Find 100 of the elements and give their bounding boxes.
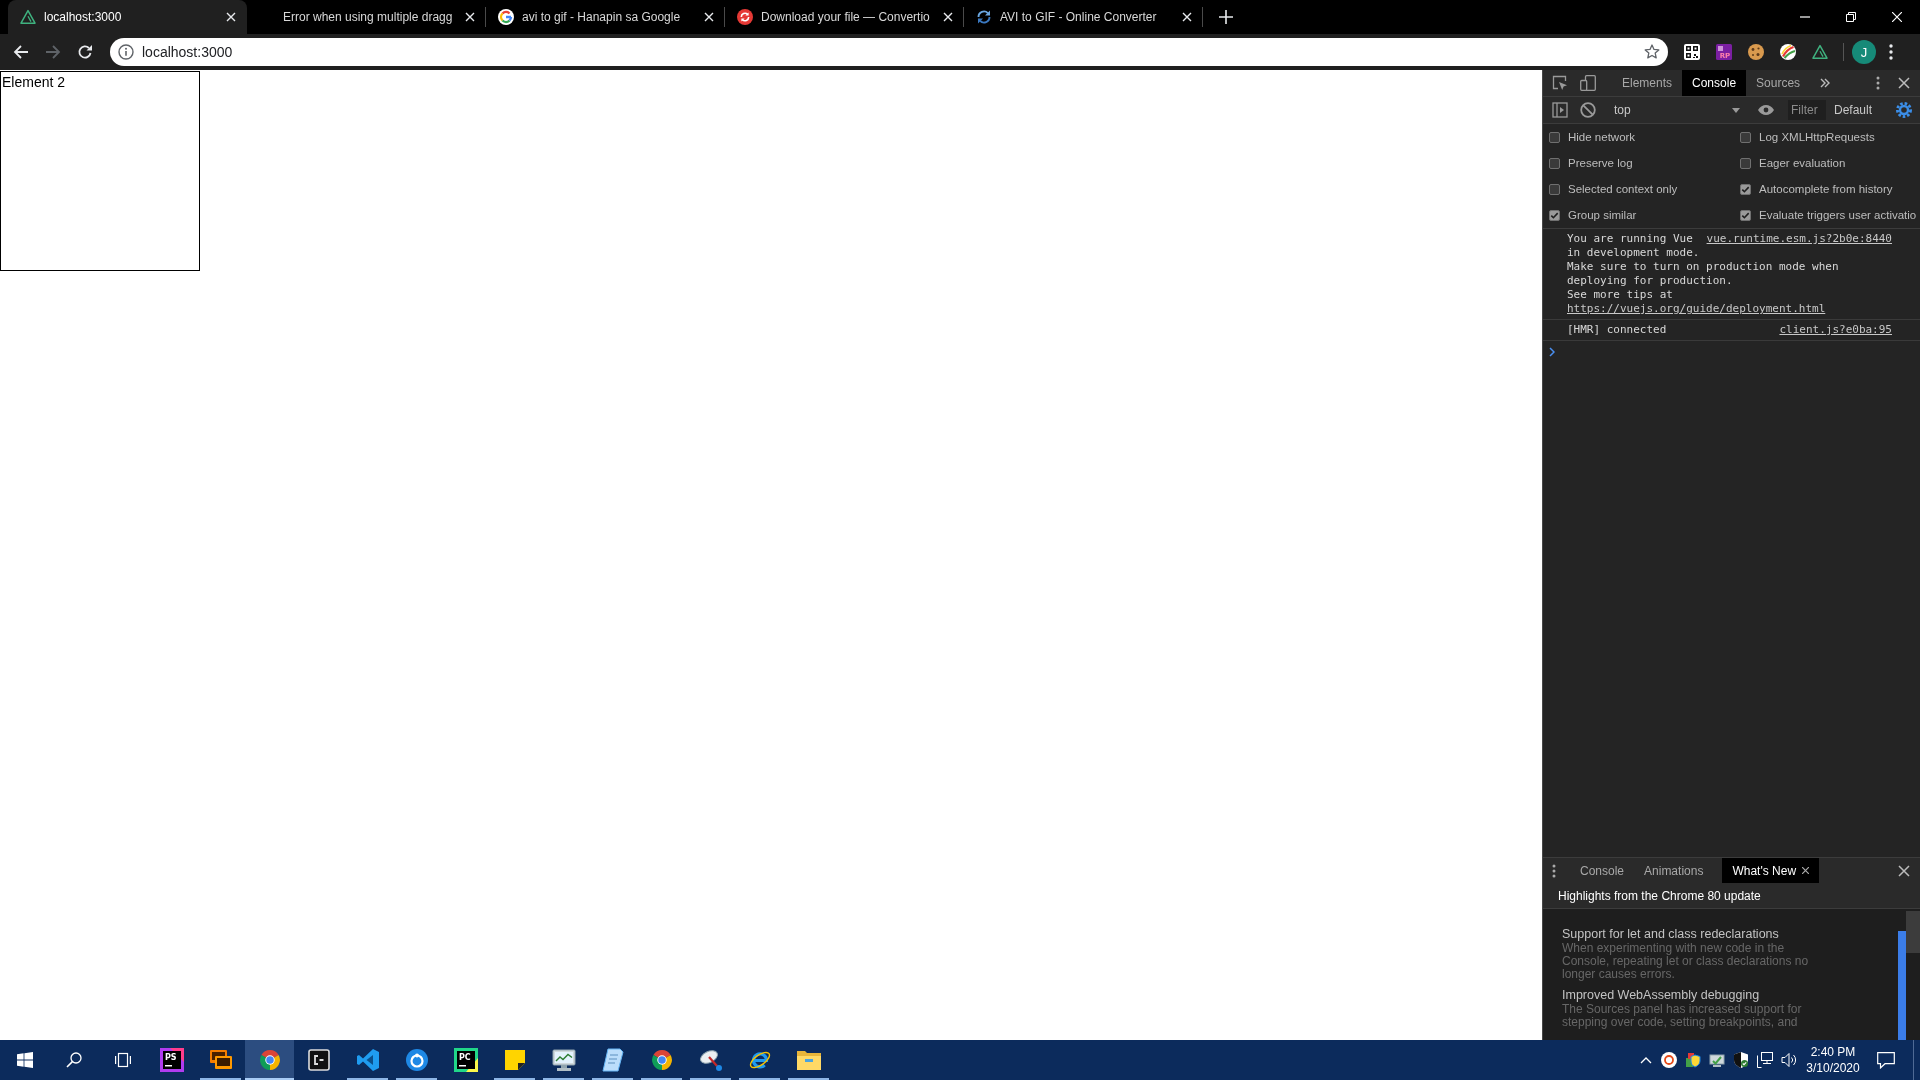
checkbox-label: Group similar <box>1568 209 1637 221</box>
blocked-circle-icon[interactable] <box>1580 102 1596 118</box>
satellite-dish-icon <box>698 1048 723 1072</box>
ribbon-logo-icon <box>355 1048 380 1072</box>
checkbox-label: Eager evaluation <box>1759 157 1846 169</box>
clock-time[interactable]: 2:40 PM <box>1810 1044 1856 1060</box>
computer-monitor-icon <box>551 1049 576 1071</box>
menu-icon[interactable] <box>1552 863 1556 878</box>
feature-title[interactable]: Improved WebAssembly debugging <box>1562 987 1898 1003</box>
clock-date[interactable]: 3/10/2020 <box>1806 1060 1860 1076</box>
info-icon[interactable] <box>118 44 134 60</box>
notepad-icon <box>601 1048 624 1072</box>
eye-icon[interactable] <box>1758 105 1774 115</box>
speaker-icon[interactable] <box>1781 1052 1797 1068</box>
inspect-cursor-icon[interactable] <box>1552 75 1568 91</box>
network-icon[interactable] <box>1757 1052 1773 1068</box>
prompt-chevron-icon <box>1549 347 1555 357</box>
checkbox-label: Evaluate triggers user activatio <box>1759 209 1917 221</box>
checkbox-label: Preserve log <box>1568 157 1633 169</box>
browser-tab[interactable]: AVI to GIF - Online Converter <box>964 0 1203 34</box>
swirl-disc-icon[interactable] <box>1780 44 1796 60</box>
notification-icon[interactable] <box>1877 1051 1895 1069</box>
pc-tile-icon: PC <box>453 1048 478 1072</box>
browser-tab[interactable]: Error when using multiple dragg <box>247 0 486 34</box>
checkbox-label: Hide network <box>1568 131 1636 143</box>
windows-logo-icon[interactable] <box>16 1052 33 1068</box>
drawer-tab[interactable]: What's New <box>1722 858 1820 883</box>
qr-code-icon[interactable] <box>1684 44 1700 60</box>
close-icon[interactable] <box>1898 77 1910 89</box>
menu-icon[interactable] <box>1889 44 1893 60</box>
double-chevron-icon[interactable] <box>1820 78 1831 88</box>
browser-tab[interactable]: avi to gif - Hanapin sa Google <box>486 0 725 34</box>
checkbox[interactable] <box>1740 131 1751 143</box>
filter-field[interactable]: Filter <box>1788 100 1826 120</box>
circular-arrows-icon <box>737 9 753 25</box>
checkbox[interactable] <box>1740 157 1751 169</box>
task-view-icon[interactable] <box>114 1052 131 1068</box>
console-message: See more tips at https://vuejs.org/guide/deployment.html <box>1567 288 1827 316</box>
shield-check-icon[interactable] <box>1733 1052 1749 1068</box>
feature-description: The Sources panel has increased support for stepping over code, setting breakpoints, and <box>1562 1003 1803 1029</box>
source-link[interactable]: vue.runtime.esm.js?2b0e:8440 <box>1706 232 1892 246</box>
device-toolbar-icon[interactable] <box>1580 75 1596 91</box>
triangle-logo-icon[interactable] <box>1812 44 1828 60</box>
menu-icon[interactable] <box>1876 76 1880 90</box>
checkbox[interactable] <box>1549 157 1560 169</box>
chevron-up-icon[interactable] <box>1640 1056 1652 1064</box>
checkbox[interactable] <box>1549 183 1560 195</box>
checkbox[interactable] <box>1549 209 1560 221</box>
folder-icon <box>796 1050 821 1070</box>
drawer-heading: Highlights from the Chrome 80 update <box>1558 888 1761 903</box>
reload-icon[interactable] <box>77 44 93 60</box>
restore-icon[interactable] <box>1846 12 1856 22</box>
star-icon[interactable] <box>1644 44 1660 60</box>
ps-tile-icon: PS <box>159 1048 184 1072</box>
sticky-note-icon <box>504 1050 525 1070</box>
context-selector[interactable]: top <box>1604 103 1744 117</box>
monitor-stack-icon <box>208 1048 233 1072</box>
checkbox-label: Selected context only <box>1568 183 1678 195</box>
dropdown-triangle-icon <box>1732 107 1740 113</box>
docs-link[interactable]: https://vuejs.org/guide/deployment.html <box>1567 302 1826 315</box>
devtools-tab[interactable]: Sources <box>1746 70 1811 96</box>
feature-description: When experimenting with new code in the Console, repeating let or class declarations no longer causes errors. <box>1562 942 1810 981</box>
profile-avatar[interactable]: J <box>1852 40 1876 64</box>
browser-logo-icon <box>258 1049 281 1071</box>
close-icon[interactable] <box>1802 867 1810 874</box>
console-message: [HMR] connected <box>1567 323 1667 336</box>
plus-icon[interactable] <box>1219 10 1233 24</box>
browser-tab[interactable]: Download your file — Convertio <box>725 0 964 34</box>
levels-dropdown[interactable]: Default <box>1834 103 1873 117</box>
scrollbar-thumb[interactable] <box>1906 911 1920 953</box>
sync-arrows-icon <box>976 9 992 25</box>
console-message: Make sure to turn on production mode when deploying for production. <box>1567 260 1840 288</box>
settings-icon[interactable] <box>1896 102 1912 118</box>
checkbox[interactable] <box>1740 209 1751 221</box>
source-link[interactable]: client.js?e0ba:95 <box>1779 323 1892 337</box>
cookie-icon[interactable] <box>1748 44 1764 60</box>
devtools-tab[interactable]: Elements <box>1612 70 1683 96</box>
checkbox[interactable] <box>1549 131 1560 143</box>
g-logo-icon <box>498 9 514 25</box>
devtools-tab[interactable]: Console <box>1682 70 1747 96</box>
badge-ring-icon[interactable] <box>1661 1052 1677 1068</box>
checkbox-label: Log XMLHttpRequests <box>1759 131 1875 143</box>
ring-logo-icon <box>405 1049 428 1071</box>
taskbar-button[interactable]: PC <box>441 1040 490 1080</box>
drawer-tab[interactable]: Animations <box>1634 858 1714 883</box>
element-label: Element 2 <box>2 74 66 90</box>
sidebar-toggle-icon[interactable] <box>1552 102 1568 118</box>
security-shield-icon[interactable] <box>1685 1052 1701 1068</box>
taskbar-button[interactable]: PS <box>147 1040 196 1080</box>
close-icon[interactable] <box>1898 864 1910 877</box>
address-bar[interactable]: localhost:3000 <box>110 38 1668 66</box>
computer-check-icon[interactable] <box>1709 1052 1725 1068</box>
checkbox[interactable] <box>1740 183 1751 195</box>
search-icon[interactable] <box>65 1052 82 1068</box>
drawer-tab[interactable]: Console <box>1570 858 1635 883</box>
feature-title[interactable]: Support for let and class redeclarations <box>1562 926 1898 942</box>
console-message: You are running Vue in development mode. <box>1567 232 1700 259</box>
back-arrow-icon[interactable] <box>13 44 29 60</box>
browser-tab[interactable]: localhost:3000 <box>8 0 247 34</box>
browser-logo-icon <box>650 1049 673 1071</box>
